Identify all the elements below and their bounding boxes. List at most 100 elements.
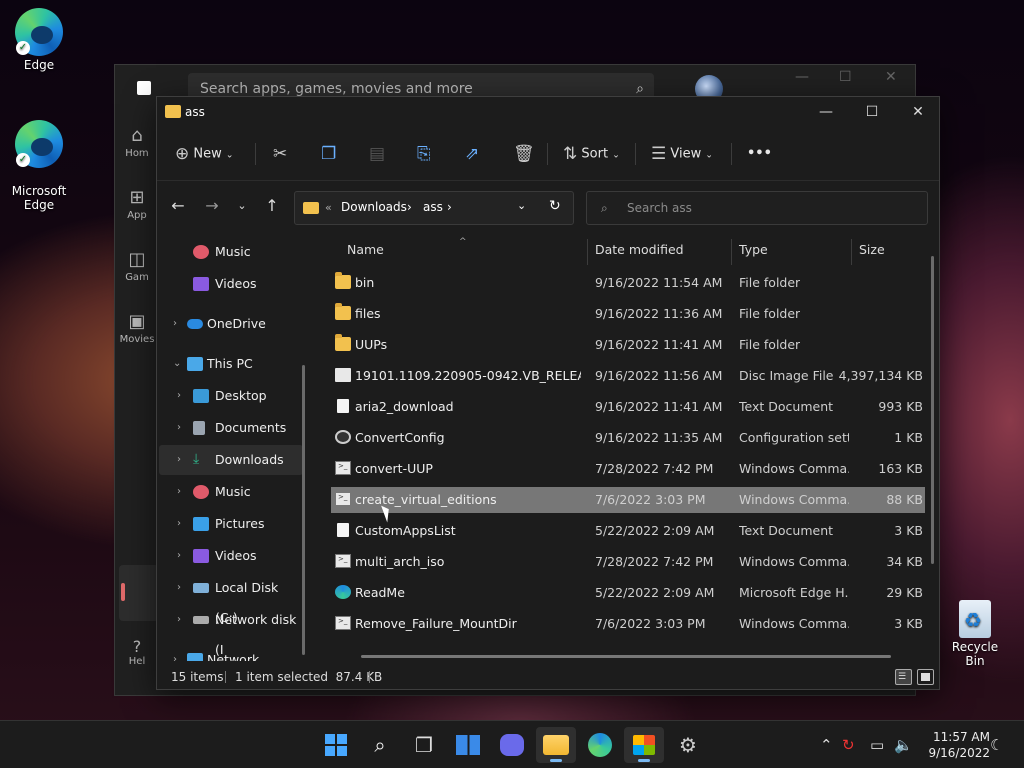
store-nav-apps[interactable]: ⊞ App — [115, 179, 159, 241]
delete-button[interactable]: 🗑 — [513, 139, 535, 169]
large-icons-view-button[interactable] — [917, 669, 934, 685]
store-nav-home[interactable]: ⌂ Hom — [115, 117, 159, 179]
file-list-scrollbar[interactable] — [931, 256, 934, 564]
column-header-size[interactable]: Size — [859, 235, 885, 265]
nav-label: Music — [215, 484, 251, 499]
nav-item-music[interactable]: Music — [159, 237, 303, 267]
column-header-type[interactable]: Type — [739, 235, 768, 265]
view-button[interactable]: ☰ View ⌄ — [651, 139, 713, 169]
rename-button[interactable]: ⎘ — [417, 139, 431, 169]
store-taskbar-button[interactable] — [624, 727, 664, 763]
column-divider[interactable] — [731, 239, 732, 265]
refresh-button[interactable]: ↻ — [549, 198, 561, 214]
column-header-date[interactable]: Date modified — [595, 235, 684, 265]
column-divider[interactable] — [587, 239, 588, 265]
cut-button[interactable]: ✂ — [273, 139, 287, 169]
store-nav-movies[interactable]: ▣ Movies — [115, 303, 159, 365]
update-icon[interactable]: ↻ — [842, 721, 855, 768]
breadcrumb-overflow[interactable]: « — [325, 201, 332, 214]
file-row[interactable]: UUPs 9/16/2022 11:41 AM File folder — [331, 332, 925, 358]
file-row[interactable]: files 9/16/2022 11:36 AM File folder — [331, 301, 925, 327]
file-date: 9/16/2022 11:35 AM — [595, 430, 723, 445]
maximize-button[interactable]: ☐ — [849, 97, 895, 127]
maximize-icon[interactable]: ☐ — [839, 69, 852, 85]
nav-item-local-disk[interactable]: › Local Disk (C:) — [159, 573, 303, 625]
minimize-button[interactable]: — — [803, 97, 849, 127]
paste-button[interactable]: ▤ — [369, 139, 385, 169]
details-view-button[interactable]: ☰ — [895, 669, 912, 685]
forward-button[interactable]: → — [199, 193, 225, 219]
nav-item-videos[interactable]: Videos — [159, 269, 303, 299]
nav-item-music-pc[interactable]: › Music — [159, 477, 303, 507]
clock[interactable]: 11:57 AM 9/16/2022 — [918, 729, 990, 761]
address-bar[interactable]: « Downloads › ass › ⌄ ↻ — [294, 191, 574, 225]
file-row[interactable]: 19101.1109.220905-0942.VB_RELEASE_SV... 9… — [331, 363, 925, 389]
title-bar[interactable]: ass — ☐ ✕ — [157, 97, 939, 127]
gamepad-icon: ◫ — [128, 249, 146, 270]
file-type: Microsoft Edge H... — [739, 585, 849, 600]
file-row[interactable]: bin 9/16/2022 11:54 AM File folder — [331, 270, 925, 296]
address-dropdown-button[interactable]: ⌄ — [517, 199, 526, 212]
minimize-icon[interactable]: — — [795, 69, 809, 85]
copy-button[interactable]: ❐ — [321, 139, 336, 169]
settings-taskbar-button[interactable]: ⚙ — [668, 727, 708, 763]
file-explorer-window[interactable]: ass — ☐ ✕ ⊕ New ⌄ ✂ ❐ ▤ ⎘ ⇗ 🗑 ⇅ Sort ⌄ ☰… — [156, 96, 940, 690]
file-row[interactable]: aria2_download 9/16/2022 11:41 AM Text Doc… — [331, 394, 925, 420]
recent-locations-button[interactable]: ⌄ — [229, 193, 255, 219]
horizontal-scrollbar[interactable] — [361, 655, 891, 658]
nav-item-pictures[interactable]: › Pictures — [159, 509, 303, 539]
nav-item-videos-pc[interactable]: › Videos — [159, 541, 303, 571]
widgets-button[interactable] — [448, 727, 488, 763]
sort-label: Sort — [581, 146, 609, 162]
store-library-button[interactable] — [119, 565, 159, 621]
chat-button[interactable] — [492, 727, 532, 763]
column-divider[interactable] — [851, 239, 852, 265]
desktop-icon-recycle-bin[interactable]: Recycle Bin — [944, 600, 1006, 668]
close-icon[interactable]: ✕ — [885, 69, 897, 85]
nav-item-network[interactable]: › Network — [159, 645, 303, 661]
display-icon[interactable]: ▭ — [870, 721, 884, 768]
new-button[interactable]: ⊕ New ⌄ — [175, 139, 233, 169]
search-button[interactable]: ⌕ — [360, 727, 400, 763]
nav-item-desktop[interactable]: › Desktop — [159, 381, 303, 411]
file-row[interactable]: convert-UUP 7/28/2022 7:42 PM Windows Comm… — [331, 456, 925, 482]
file-row[interactable]: create_virtual_editions 7/6/2022 3:03 PM W… — [331, 487, 925, 513]
desktop-icon-edge[interactable]: ✓ Edge — [2, 8, 76, 72]
task-view-button[interactable]: ❐ — [404, 727, 444, 763]
nav-item-onedrive[interactable]: › OneDrive — [159, 309, 303, 339]
file-row[interactable]: ReadMe 5/22/2022 2:09 AM Microsoft Edge H.… — [331, 580, 925, 606]
store-sidebar: ⌂ Hom ⊞ App ◫ Gam ▣ Movies — [115, 117, 159, 365]
nav-scrollbar[interactable] — [302, 365, 305, 655]
start-button[interactable] — [316, 727, 356, 763]
store-nav-gaming[interactable]: ◫ Gam — [115, 241, 159, 303]
up-button[interactable]: ↑ — [259, 193, 285, 219]
breadcrumb-downloads[interactable]: Downloads — [341, 200, 407, 214]
sort-button[interactable]: ⇅ Sort ⌄ — [563, 139, 620, 169]
close-button[interactable]: ✕ — [895, 97, 941, 127]
nav-item-this-pc[interactable]: ⌄ This PC — [159, 349, 303, 379]
file-row[interactable]: Remove_Failure_MountDir 7/6/2022 3:03 PM W… — [331, 611, 925, 637]
edge-taskbar-button[interactable] — [580, 727, 620, 763]
movies-icon: ▣ — [128, 311, 146, 332]
store-nav-help[interactable]: ? Hel — [115, 637, 159, 667]
search-input[interactable]: ⌕ Search ass — [586, 191, 928, 225]
volume-icon[interactable]: 🔈 — [894, 721, 913, 768]
notifications-icon[interactable]: ☾ — [990, 721, 1003, 768]
file-row[interactable]: ConvertConfig 9/16/2022 11:35 AM Configura… — [331, 425, 925, 451]
breadcrumb-ass[interactable]: ass — [423, 200, 443, 214]
more-options-button[interactable]: ••• — [747, 139, 772, 169]
show-hidden-icons-button[interactable]: ⌃ — [820, 721, 833, 768]
file-row[interactable]: multi_arch_iso 7/28/2022 7:42 PM Windows C… — [331, 549, 925, 575]
file-explorer-taskbar-button[interactable] — [536, 727, 576, 763]
nav-item-documents[interactable]: › Documents — [159, 413, 303, 443]
nav-item-network-disk[interactable]: › Network disk (I — [159, 605, 303, 657]
chat-icon — [500, 734, 524, 756]
column-header-name[interactable]: Name ^ — [347, 235, 587, 265]
back-button[interactable]: ← — [165, 193, 191, 219]
desktop-icon-microsoft-edge[interactable]: ✓ Microsoft Edge — [2, 106, 76, 226]
nav-item-downloads[interactable]: › ⤓ Downloads — [159, 445, 303, 475]
item-count: 15 items — [171, 670, 224, 684]
taskbar: ⌕ ❐ ⚙ ⌃ ↻ ▭ 🔈 11:57 AM 9/16/2022 ☾ — [0, 720, 1024, 768]
file-row[interactable]: CustomAppsList 5/22/2022 2:09 AM Text Docu… — [331, 518, 925, 544]
share-button[interactable]: ⇗ — [465, 139, 479, 169]
